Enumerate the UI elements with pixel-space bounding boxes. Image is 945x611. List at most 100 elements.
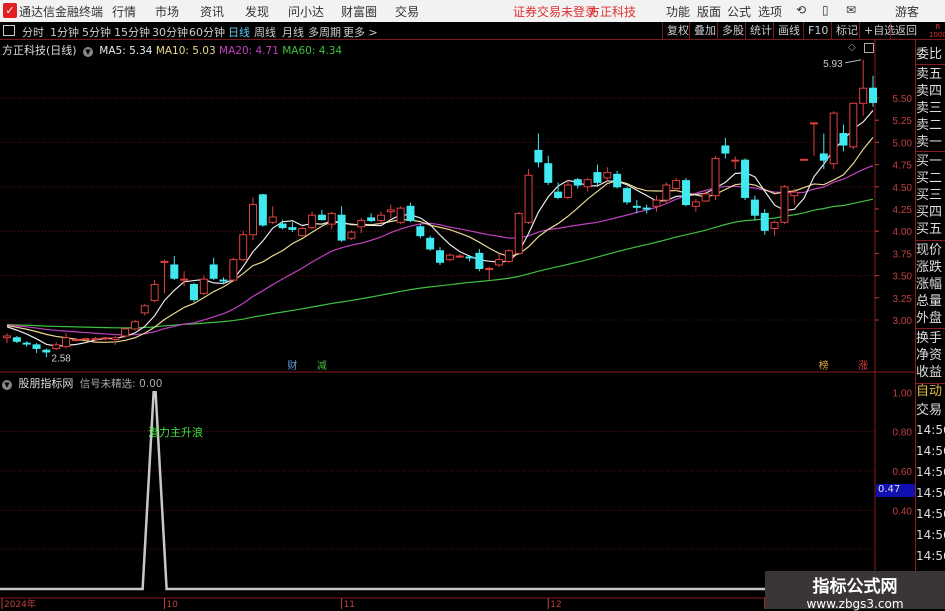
x-tick-label: 12 xyxy=(550,600,561,609)
candle[interactable] xyxy=(593,164,602,186)
candle[interactable] xyxy=(160,259,169,294)
candle[interactable] xyxy=(3,333,11,344)
candle[interactable] xyxy=(800,158,809,161)
candle[interactable] xyxy=(426,235,435,251)
quote-label-3: 卖三 xyxy=(916,101,943,116)
candle[interactable] xyxy=(672,177,681,192)
candle[interactable] xyxy=(229,257,238,282)
signal-marker: 涨 xyxy=(858,360,868,372)
candle[interactable] xyxy=(770,220,779,236)
candle[interactable] xyxy=(829,111,838,170)
candle[interactable] xyxy=(504,248,513,264)
candle[interactable] xyxy=(367,213,376,223)
candle[interactable] xyxy=(199,275,208,296)
candle[interactable] xyxy=(416,224,425,239)
candle[interactable] xyxy=(603,167,612,183)
candle[interactable] xyxy=(376,211,385,225)
quote-label-13: 涨幅 xyxy=(916,277,943,292)
candle[interactable] xyxy=(150,280,159,303)
candle[interactable] xyxy=(544,155,553,186)
candle[interactable] xyxy=(495,253,504,267)
candle[interactable] xyxy=(691,199,700,212)
y-tick-label: 4.50 xyxy=(893,183,913,194)
candle[interactable] xyxy=(22,341,31,347)
candle[interactable] xyxy=(52,342,61,351)
candle[interactable] xyxy=(406,202,415,223)
candle[interactable] xyxy=(485,266,494,281)
candle[interactable] xyxy=(622,186,631,205)
candle[interactable] xyxy=(465,255,474,262)
chevron-down-icon[interactable]: ▼ xyxy=(2,380,12,390)
quote-label-4: 卖二 xyxy=(916,118,943,133)
candle[interactable] xyxy=(721,137,730,159)
candle[interactable] xyxy=(111,335,120,345)
auto-label[interactable]: 自动 xyxy=(916,383,945,401)
candle[interactable] xyxy=(573,177,582,189)
candle[interactable] xyxy=(189,282,198,303)
candle[interactable] xyxy=(475,248,484,272)
candle[interactable] xyxy=(347,230,356,241)
arrow-icon xyxy=(845,59,862,64)
candle[interactable] xyxy=(268,206,277,225)
candle[interactable] xyxy=(514,211,523,255)
candle[interactable] xyxy=(839,124,848,152)
candle[interactable] xyxy=(642,204,651,214)
candle[interactable] xyxy=(258,193,267,227)
divider xyxy=(916,64,945,65)
candle[interactable] xyxy=(317,209,326,221)
signal-marker: 减 xyxy=(317,360,327,372)
candle[interactable] xyxy=(121,327,130,338)
candle[interactable] xyxy=(130,320,139,331)
candle[interactable] xyxy=(32,343,41,353)
candle[interactable] xyxy=(288,222,297,233)
candle[interactable] xyxy=(91,336,100,341)
candle[interactable] xyxy=(239,231,248,262)
signal-line xyxy=(0,391,875,591)
candle[interactable] xyxy=(12,335,21,344)
candle[interactable] xyxy=(62,333,71,349)
candle[interactable] xyxy=(436,247,444,265)
candle[interactable] xyxy=(308,211,317,230)
candle[interactable] xyxy=(849,102,858,150)
ma5-line xyxy=(6,110,874,347)
candle[interactable] xyxy=(819,133,828,170)
indicator-tick-label: 0.40 xyxy=(893,506,913,517)
candle[interactable] xyxy=(613,170,622,189)
candle[interactable] xyxy=(741,158,750,201)
candle[interactable] xyxy=(455,254,464,258)
candle[interactable] xyxy=(140,304,149,316)
candle[interactable] xyxy=(859,59,868,116)
candle[interactable] xyxy=(711,155,720,201)
candle[interactable] xyxy=(534,133,543,168)
candle[interactable] xyxy=(298,226,307,237)
candle[interactable] xyxy=(445,253,454,262)
candle[interactable] xyxy=(652,195,661,212)
candle[interactable] xyxy=(396,206,405,225)
candle[interactable] xyxy=(209,257,218,281)
candle[interactable] xyxy=(327,211,336,230)
candle[interactable] xyxy=(780,185,789,225)
candle[interactable] xyxy=(809,122,818,156)
candle[interactable] xyxy=(337,206,346,242)
quote-label-5: 卖一 xyxy=(916,135,943,150)
divider xyxy=(916,151,945,152)
candle[interactable] xyxy=(682,177,691,207)
candle[interactable] xyxy=(386,204,395,218)
candle[interactable] xyxy=(662,182,671,203)
signal-marker: 榜 xyxy=(819,359,829,372)
candle[interactable] xyxy=(170,256,179,281)
trade-label: 交易 xyxy=(916,403,943,418)
candle[interactable] xyxy=(701,191,710,202)
y-tick-label: 4.25 xyxy=(893,205,913,216)
candle[interactable] xyxy=(249,197,258,241)
candle[interactable] xyxy=(750,195,759,221)
candle[interactable] xyxy=(101,336,110,341)
price-chart[interactable]: 5.50 5.25 5.00 4.75 4.50 4.25 4.00 3.75 3.50 3.25… xyxy=(0,0,945,609)
candle[interactable] xyxy=(563,179,572,200)
candle[interactable] xyxy=(524,169,533,225)
candle[interactable] xyxy=(583,177,592,192)
candle[interactable] xyxy=(42,348,51,358)
indicator-tick-label: 0.60 xyxy=(893,467,913,478)
candle[interactable] xyxy=(731,156,740,170)
indicator-title[interactable]: 股朋指标网 xyxy=(18,377,73,390)
